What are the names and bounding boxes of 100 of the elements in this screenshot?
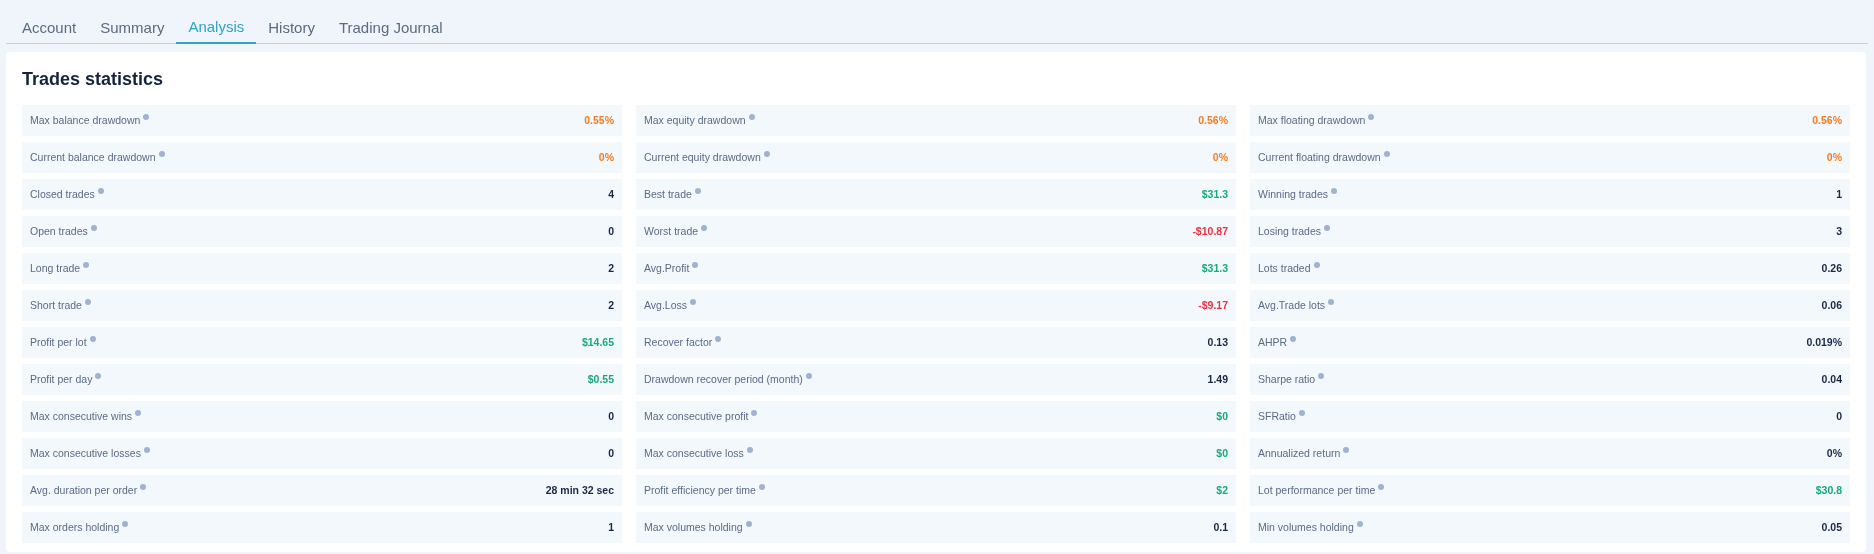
- info-icon[interactable]: [746, 446, 753, 453]
- info-icon[interactable]: [97, 187, 104, 194]
- stat-label: Max balance drawdown: [30, 113, 141, 126]
- info-icon[interactable]: [748, 113, 755, 120]
- stat-value: $14.65: [581, 334, 614, 350]
- info-icon[interactable]: [763, 150, 770, 157]
- stat-value: 0.56%: [1198, 112, 1228, 128]
- stat-label: Sharpe ratio: [1258, 372, 1316, 385]
- stat-label: Recover factor: [644, 335, 713, 348]
- stat-value: 0.05: [1821, 519, 1842, 535]
- stat-value: 4: [608, 186, 614, 202]
- stat-value: 0.56%: [1812, 112, 1842, 128]
- stat-value: $31.3: [1201, 260, 1228, 276]
- info-icon[interactable]: [89, 335, 96, 342]
- tab[interactable]: Trading Journal: [326, 0, 455, 44]
- stat-value: 0.13: [1207, 334, 1228, 350]
- info-icon[interactable]: [95, 372, 102, 379]
- info-icon[interactable]: [122, 520, 129, 527]
- info-icon[interactable]: [1298, 409, 1305, 416]
- stat-value: 0.55%: [584, 112, 614, 128]
- stat-value: 1: [608, 519, 614, 535]
- stat-label: Avg.Loss: [644, 298, 687, 311]
- info-icon[interactable]: [1368, 113, 1375, 120]
- stat-label: Max consecutive losses: [30, 446, 141, 459]
- stat-label: Max consecutive loss: [644, 446, 744, 459]
- stat-value: $31.3: [1201, 186, 1228, 202]
- info-icon[interactable]: [1324, 224, 1331, 231]
- stat-label: Max consecutive wins: [30, 409, 133, 422]
- stat-label: Min volumes holding: [1258, 520, 1354, 533]
- stat-label: Drawdown recover period (month): [644, 372, 803, 385]
- stat-label: Worst trade: [644, 224, 699, 237]
- info-icon[interactable]: [1313, 261, 1320, 268]
- info-icon[interactable]: [143, 113, 150, 120]
- info-icon[interactable]: [158, 150, 165, 157]
- stat-value: 28 min 32 sec: [545, 482, 614, 498]
- info-icon[interactable]: [1356, 520, 1363, 527]
- info-icon[interactable]: [745, 520, 752, 527]
- info-icon[interactable]: [715, 335, 722, 342]
- stat-label: SFRatio: [1258, 409, 1296, 422]
- panel-title: Trades statistics: [22, 68, 165, 91]
- stat-label: Closed trades: [30, 187, 95, 200]
- info-icon[interactable]: [701, 224, 708, 231]
- stat-label: Profit efficiency per time: [644, 483, 756, 496]
- stat-label: Current equity drawdown: [644, 150, 761, 163]
- stat-value: 0%: [1212, 149, 1228, 165]
- stat-label: Avg.Profit: [644, 261, 690, 274]
- stat-label: Losing trades: [1258, 224, 1322, 237]
- info-icon[interactable]: [83, 261, 90, 268]
- stat-value: 0.26: [1821, 260, 1842, 276]
- info-icon[interactable]: [1378, 483, 1385, 490]
- info-icon[interactable]: [143, 446, 150, 453]
- info-icon[interactable]: [1318, 372, 1325, 379]
- stat-label: Avg. duration per order: [30, 483, 138, 496]
- stat-label: Profit per day: [30, 372, 93, 385]
- info-icon[interactable]: [1328, 298, 1335, 305]
- stat-value: 1: [1836, 186, 1842, 202]
- stat-label: Profit per lot: [30, 335, 87, 348]
- stat-value: 0%: [598, 149, 614, 165]
- stat-label: Avg.Trade lots: [1258, 298, 1326, 311]
- info-icon[interactable]: [1331, 187, 1338, 194]
- info-icon[interactable]: [751, 409, 758, 416]
- info-icon[interactable]: [1290, 335, 1297, 342]
- stat-value: -$9.17: [1198, 297, 1228, 313]
- info-icon[interactable]: [135, 409, 142, 416]
- stat-label: Max floating drawdown: [1258, 113, 1366, 126]
- stat-value: 0.04: [1821, 371, 1842, 387]
- stat-value: 0: [608, 445, 614, 461]
- info-icon[interactable]: [692, 261, 699, 268]
- tab[interactable]: Summary: [88, 0, 177, 44]
- stat-value: $0.55: [587, 371, 614, 387]
- stat-label: Max equity drawdown: [644, 113, 746, 126]
- stat-value: 0: [1836, 408, 1842, 424]
- info-icon[interactable]: [805, 372, 812, 379]
- stat-value: 0.06: [1821, 297, 1842, 313]
- stat-label: Lots traded: [1258, 261, 1311, 274]
- info-icon[interactable]: [690, 298, 696, 305]
- stat-value: 0: [608, 408, 614, 424]
- stat-label: Max orders holding: [30, 520, 120, 533]
- stat-label: Best trade: [644, 187, 692, 200]
- info-icon[interactable]: [1383, 150, 1390, 157]
- stat-label: Winning trades: [1258, 187, 1329, 200]
- tab[interactable]: History: [256, 0, 327, 44]
- info-icon[interactable]: [694, 187, 701, 194]
- stat-label: Open trades: [30, 224, 88, 237]
- stat-value: 0.1: [1213, 519, 1228, 535]
- stat-label: Current balance drawdown: [30, 150, 156, 163]
- tab[interactable]: Account: [10, 0, 89, 44]
- stat-label: Annualized return: [1258, 446, 1341, 459]
- tab[interactable]: Analysis: [176, 0, 257, 44]
- stat-value: $0: [1216, 408, 1228, 424]
- stat-value: 2: [608, 260, 614, 276]
- info-icon[interactable]: [90, 224, 97, 231]
- stat-value: 0%: [1826, 149, 1842, 165]
- info-icon[interactable]: [1343, 446, 1350, 453]
- stat-value: 3: [1836, 223, 1842, 239]
- stat-label: Max consecutive profit: [644, 409, 749, 422]
- info-icon[interactable]: [140, 483, 147, 490]
- info-icon[interactable]: [758, 483, 765, 490]
- stat-value: -$10.87: [1192, 223, 1228, 239]
- info-icon[interactable]: [84, 298, 91, 305]
